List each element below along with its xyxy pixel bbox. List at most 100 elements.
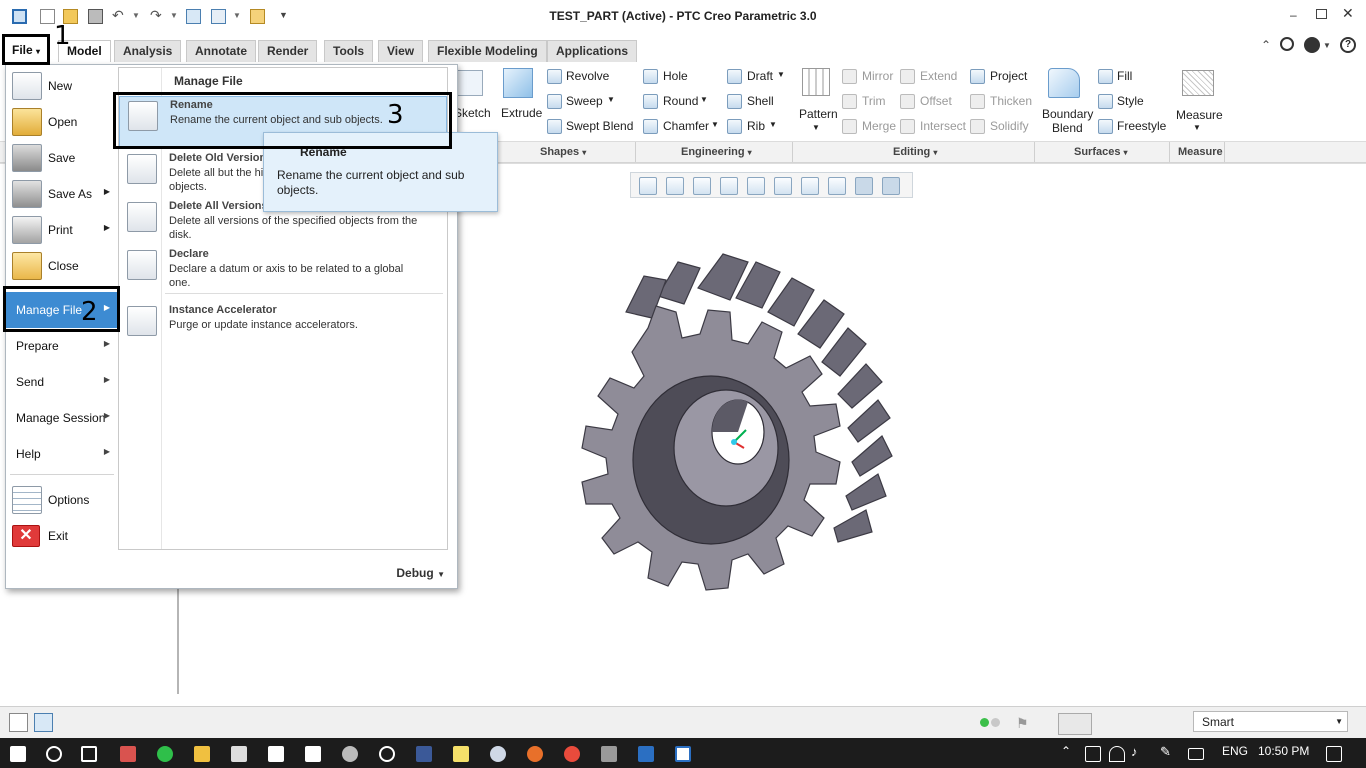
creo-taskbar-icon[interactable] [675, 746, 691, 762]
tab-render[interactable]: Render [258, 40, 318, 62]
model-tree-toggle-icon[interactable] [9, 713, 28, 732]
measure-button[interactable]: Measure [1176, 108, 1223, 122]
rib-icon[interactable] [727, 119, 742, 134]
file-save[interactable]: Save [6, 140, 118, 176]
tab-annotate[interactable]: Annotate [186, 40, 256, 62]
rib-button[interactable]: Rib [747, 119, 765, 133]
trim-button[interactable]: Trim [862, 94, 886, 108]
zoom-in-icon[interactable] [666, 177, 684, 195]
media-player-icon[interactable] [379, 746, 395, 762]
group-engineering[interactable]: Engineering ▾ [681, 146, 752, 158]
round-dropdown-icon[interactable]: ▼ [700, 95, 708, 104]
windows-icon[interactable] [211, 9, 226, 24]
fill-icon[interactable] [1098, 69, 1113, 84]
wifi-icon[interactable] [1109, 746, 1125, 762]
community-dropdown-icon[interactable]: ▼ [1323, 41, 1331, 50]
solidify-icon[interactable] [970, 119, 985, 134]
facebook-icon[interactable] [416, 746, 432, 762]
keyboard-icon[interactable] [1188, 748, 1204, 760]
file-options[interactable]: Options [6, 482, 118, 518]
settings-icon[interactable] [342, 746, 358, 762]
sketch-button[interactable]: Sketch [454, 106, 491, 120]
firefox-icon[interactable] [527, 746, 543, 762]
extrude-icon[interactable] [503, 68, 533, 98]
shell-button[interactable]: Shell [747, 94, 774, 108]
pattern-button[interactable]: Pattern [799, 107, 838, 121]
calculator-icon[interactable] [305, 746, 321, 762]
sweep-icon[interactable] [547, 94, 562, 109]
style-icon[interactable] [1098, 94, 1113, 109]
save-icon[interactable] [88, 9, 103, 24]
creo-community-icon[interactable] [1304, 37, 1320, 53]
boundary-blend-label-1[interactable]: Boundary [1042, 107, 1093, 121]
file-send[interactable]: Send ▶ [6, 364, 118, 400]
rib-dropdown-icon[interactable]: ▼ [769, 120, 777, 129]
whatsapp-icon[interactable] [157, 746, 173, 762]
restore-icon[interactable] [1316, 9, 1327, 19]
file-explorer-icon[interactable] [194, 746, 210, 762]
offset-icon[interactable] [900, 94, 915, 109]
boundary-blend-icon[interactable] [1048, 68, 1080, 98]
mirror-button[interactable]: Mirror [862, 69, 893, 83]
language-indicator[interactable]: ENG [1222, 744, 1248, 758]
app-icon[interactable] [120, 746, 136, 762]
file-print[interactable]: Print ▶ [6, 212, 118, 248]
chrome-icon[interactable] [564, 746, 580, 762]
new-icon[interactable] [40, 9, 55, 24]
mirror-icon[interactable] [842, 69, 857, 84]
file-close[interactable]: Close [6, 248, 118, 284]
thicken-button[interactable]: Thicken [990, 94, 1032, 108]
measure-dropdown-icon[interactable]: ▼ [1193, 123, 1201, 132]
pen-icon[interactable]: ✎ [1160, 744, 1171, 760]
tab-analysis[interactable]: Analysis [114, 40, 182, 62]
sticky-notes-icon[interactable] [453, 746, 469, 762]
flag-icon[interactable]: ⚑ [1016, 715, 1029, 732]
chamfer-button[interactable]: Chamfer [663, 119, 709, 133]
cortana-icon[interactable] [46, 746, 62, 762]
file-open[interactable]: Open [6, 104, 118, 140]
chamfer-icon[interactable] [643, 119, 658, 134]
draft-dropdown-icon[interactable]: ▼ [777, 70, 785, 79]
show-hidden-icons-icon[interactable]: ⌃ [1061, 744, 1071, 758]
people-icon[interactable] [490, 746, 506, 762]
file-save-as[interactable]: Save As ▶ [6, 176, 118, 212]
round-icon[interactable] [643, 94, 658, 109]
defender-icon[interactable] [638, 746, 654, 762]
intersect-icon[interactable] [900, 119, 915, 134]
draft-icon[interactable] [727, 69, 742, 84]
undo-icon[interactable]: ↶ [112, 7, 124, 24]
pattern-icon[interactable] [802, 68, 830, 96]
debug-menu[interactable]: Debug ▼ [396, 566, 445, 580]
freestyle-icon[interactable] [1098, 119, 1113, 134]
group-measure[interactable]: Measure [1178, 146, 1223, 158]
group-shapes[interactable]: Shapes ▾ [540, 146, 586, 158]
draft-button[interactable]: Draft [747, 69, 773, 83]
repaint-icon[interactable] [720, 177, 738, 195]
pattern-dropdown-icon[interactable]: ▼ [812, 123, 820, 132]
trim-icon[interactable] [842, 94, 857, 109]
display-style-icon[interactable] [747, 177, 765, 195]
swept-blend-icon[interactable] [547, 119, 562, 134]
file-manage-session[interactable]: Manage Session ▶ [6, 400, 118, 436]
revolve-button[interactable]: Revolve [566, 69, 609, 83]
sweep-dropdown-icon[interactable]: ▼ [607, 95, 615, 104]
shell-icon[interactable] [727, 94, 742, 109]
app-icon[interactable] [601, 746, 617, 762]
hole-icon[interactable] [643, 69, 658, 84]
style-button[interactable]: Style [1117, 94, 1144, 108]
redo-dropdown-icon[interactable]: ▼ [170, 11, 178, 20]
boundary-blend-label-2[interactable]: Blend [1052, 121, 1083, 135]
solidify-button[interactable]: Solidify [990, 119, 1029, 133]
tab-view[interactable]: View [378, 40, 424, 62]
file-prepare[interactable]: Prepare ▶ [6, 328, 118, 364]
undo-dropdown-icon[interactable]: ▼ [132, 11, 140, 20]
file-new[interactable]: New [6, 68, 118, 104]
gear-model[interactable] [548, 248, 928, 628]
hole-button[interactable]: Hole [663, 69, 688, 83]
windows-dropdown-icon[interactable]: ▼ [233, 11, 241, 20]
group-editing[interactable]: Editing ▾ [893, 146, 937, 158]
intersect-button[interactable]: Intersect [920, 119, 966, 133]
merge-button[interactable]: Merge [862, 119, 896, 133]
close-icon[interactable]: ✕ [1342, 5, 1354, 22]
project-button[interactable]: Project [990, 69, 1027, 83]
